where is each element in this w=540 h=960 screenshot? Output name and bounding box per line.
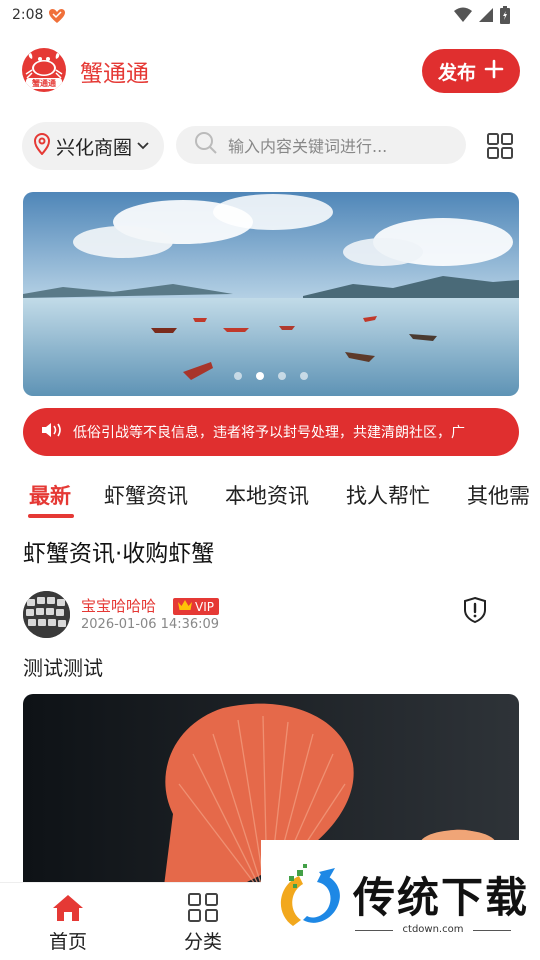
logo-text: 蟹通通 [26, 78, 62, 89]
signal-icon [478, 7, 494, 27]
banner-image [23, 192, 519, 396]
vip-badge: VIP [173, 598, 219, 615]
speaker-icon [41, 421, 67, 443]
publish-button[interactable]: 发布 [422, 49, 520, 93]
category-tabs: 最新 虾蟹资讯 本地资讯 找人帮忙 其他需 [0, 476, 540, 518]
tab-latest[interactable]: 最新 [29, 480, 71, 510]
category-grid-icon [188, 893, 218, 922]
post-username[interactable]: 宝宝哈哈哈 [81, 595, 156, 616]
chevron-down-icon [136, 135, 150, 157]
watermark-text: 传统下载 [353, 873, 530, 922]
home-icon [53, 895, 83, 921]
banner-carousel[interactable] [23, 192, 519, 396]
notice-bar[interactable]: 低俗引战等不良信息，违者将予以封号处理，共建清朗社区，广 [23, 408, 519, 456]
tab-shrimp-crab-news[interactable]: 虾蟹资讯 [104, 480, 188, 510]
search-icon [194, 131, 218, 159]
search-placeholder: 输入内容关键词进行... [228, 137, 388, 156]
post-timestamp: 2026-01-06 14:36:09 [81, 617, 220, 632]
carousel-dot[interactable] [300, 372, 308, 380]
active-tab-indicator [28, 514, 74, 518]
report-shield-icon [464, 596, 486, 624]
publish-label: 发布 [437, 61, 476, 84]
battery-icon [500, 6, 510, 28]
nav-home-label: 首页 [48, 931, 87, 953]
watermark-logo-icon [280, 864, 340, 926]
app-title: 蟹通通 [80, 61, 149, 87]
nav-home[interactable]: 首页 [28, 893, 108, 954]
search-input[interactable]: 输入内容关键词进行... [176, 126, 466, 164]
carousel-dot[interactable] [234, 372, 242, 380]
tab-other-needs[interactable]: 其他需 [467, 480, 530, 510]
report-button[interactable] [462, 596, 488, 628]
nav-category-label: 分类 [183, 931, 222, 953]
tab-find-help[interactable]: 找人帮忙 [346, 480, 430, 510]
watermark: 传统下载 ctdown.com [261, 840, 540, 950]
carousel-dot[interactable] [278, 372, 286, 380]
grid-icon [487, 133, 513, 159]
vip-badge-label: VIP [195, 599, 214, 614]
avatar[interactable] [23, 591, 70, 638]
nav-category[interactable]: 分类 [163, 893, 243, 954]
watermark-rule [473, 930, 511, 931]
app-notification-icon [48, 8, 66, 28]
status-bar: 2:08 [0, 0, 540, 32]
location-name: 兴化商圈 [56, 136, 133, 159]
carousel-dot-active[interactable] [256, 372, 264, 380]
notice-text: 低俗引战等不良信息，违者将予以封号处理，共建清朗社区，广 [73, 425, 465, 441]
location-selector[interactable]: 兴化商圈 [22, 122, 164, 170]
carousel-indicators [23, 372, 519, 380]
app-header: 蟹通通 蟹通通 发布 [0, 44, 540, 100]
section-title: 虾蟹资讯·收购虾蟹 [23, 541, 215, 567]
wifi-icon [454, 7, 472, 27]
status-time: 2:08 [12, 7, 44, 23]
location-pin-icon [32, 132, 52, 160]
plus-icon [484, 59, 504, 84]
app-logo: 蟹通通 [22, 48, 66, 92]
post-content[interactable]: 测试测试 [23, 652, 103, 681]
tab-local-news[interactable]: 本地资讯 [225, 480, 309, 510]
category-grid-button[interactable] [486, 132, 514, 164]
crown-icon [177, 599, 193, 614]
